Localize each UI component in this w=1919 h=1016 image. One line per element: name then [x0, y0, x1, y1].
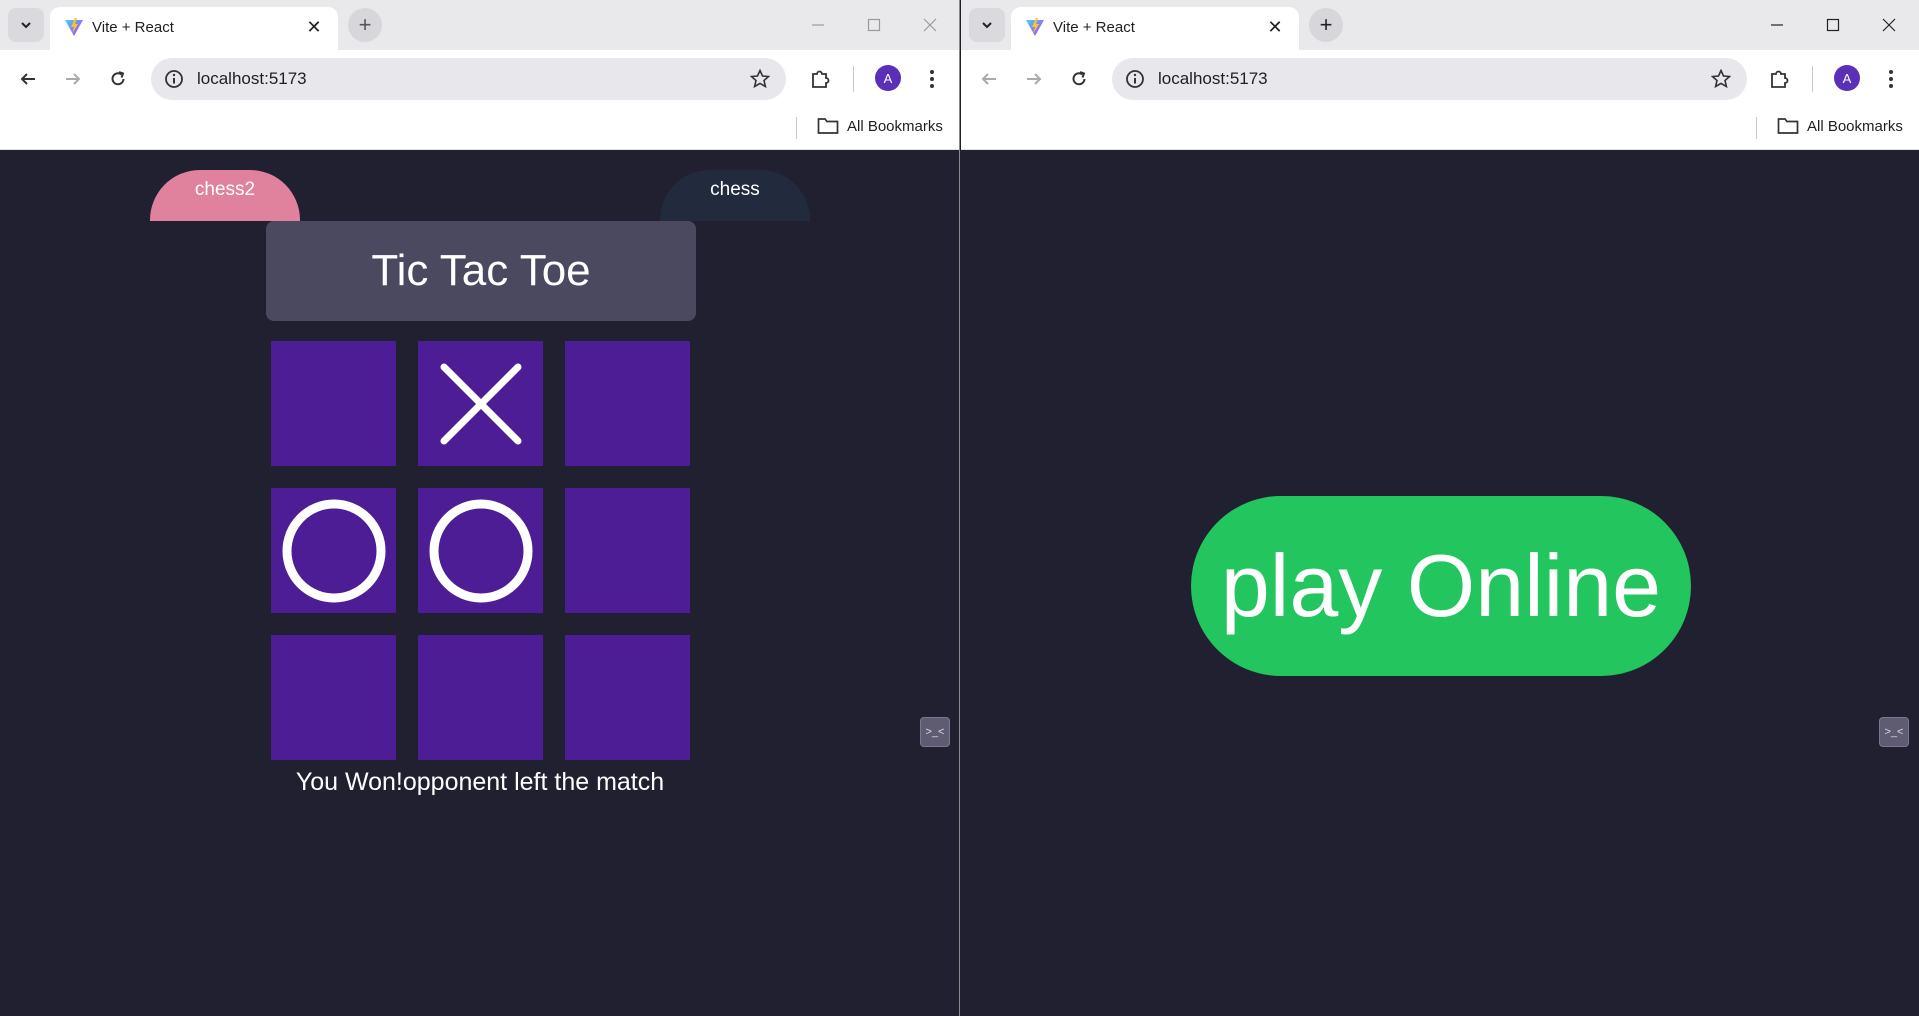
puzzle-icon	[812, 70, 830, 88]
tab-search-button[interactable]	[969, 8, 1005, 42]
profile-avatar[interactable]: A	[875, 65, 901, 91]
chrome-menu-button[interactable]	[1874, 62, 1908, 96]
game-status: You Won!opponent left the match	[295, 768, 665, 796]
plus-icon: +	[358, 12, 372, 37]
address-bar[interactable]: localhost:5173	[1112, 58, 1747, 100]
back-button[interactable]	[11, 62, 45, 96]
star-icon[interactable]	[1711, 69, 1731, 89]
bookmarks-divider	[1756, 117, 1757, 139]
nav-chess2-link[interactable]: chess2	[150, 170, 300, 221]
window-minimize-button[interactable]	[795, 8, 841, 42]
folder-icon	[1777, 118, 1799, 134]
browser-tab[interactable]: Vite + React ✕	[1011, 7, 1299, 50]
bookmarks-divider	[796, 117, 797, 139]
chevron-down-icon	[982, 22, 992, 29]
toolbar-divider	[853, 66, 854, 92]
page-viewport: play Online >_<	[961, 151, 1919, 1016]
bookmarks-bar: All Bookmarks	[961, 108, 1919, 150]
board-cell[interactable]	[565, 341, 690, 466]
star-icon[interactable]	[750, 69, 770, 89]
puzzle-icon	[1771, 70, 1789, 88]
plus-icon: +	[1319, 12, 1333, 37]
tab-strip: Vite + React ✕ +	[0, 0, 959, 50]
kebab-menu-icon	[1889, 70, 1893, 88]
board-cell[interactable]	[271, 488, 396, 613]
nav-chess-link[interactable]: chess	[660, 170, 810, 221]
kebab-menu-icon	[930, 70, 934, 88]
browser-toolbar: localhost:5173 A	[961, 50, 1919, 108]
window-close-button[interactable]	[907, 8, 953, 42]
vite-logo-icon	[65, 18, 83, 36]
tab-title: Vite + React	[1053, 19, 1135, 36]
all-bookmarks-button[interactable]: All Bookmarks	[1777, 117, 1903, 135]
browser-toolbar: localhost:5173 A	[0, 50, 959, 108]
window-maximize-button[interactable]	[851, 8, 897, 42]
maximize-icon	[867, 18, 881, 32]
tab-close-icon[interactable]: ✕	[1261, 13, 1289, 41]
tab-strip: Vite + React ✕ +	[961, 0, 1919, 50]
reload-button[interactable]	[101, 62, 135, 96]
close-icon	[923, 18, 937, 32]
browser-tab[interactable]: Vite + React ✕	[50, 7, 338, 50]
chrome-menu-button[interactable]	[915, 62, 949, 96]
all-bookmarks-button[interactable]: All Bookmarks	[817, 117, 943, 135]
arrow-right-icon	[1027, 73, 1042, 85]
board-cell[interactable]	[418, 488, 543, 613]
board-cell[interactable]	[565, 635, 690, 760]
o-mark-icon	[429, 499, 532, 602]
info-icon	[1126, 70, 1144, 88]
new-tab-button[interactable]: +	[1309, 8, 1343, 42]
vite-logo-icon	[1026, 18, 1044, 36]
reload-icon	[111, 71, 125, 86]
extensions-button[interactable]	[1762, 62, 1796, 96]
new-tab-button[interactable]: +	[348, 8, 382, 42]
close-icon	[1882, 18, 1896, 32]
arrow-left-icon	[981, 73, 996, 85]
window-minimize-button[interactable]	[1754, 8, 1800, 42]
back-button[interactable]	[972, 62, 1006, 96]
browser-window-right: Vite + React ✕ + localhost:5173 A All Bo…	[961, 0, 1919, 1016]
tab-close-icon[interactable]: ✕	[300, 13, 328, 41]
reload-icon	[1072, 71, 1086, 86]
chevron-down-icon	[21, 22, 31, 29]
url-text[interactable]: localhost:5173	[197, 69, 307, 89]
tab-search-button[interactable]	[8, 8, 44, 42]
board-cell[interactable]	[418, 635, 543, 760]
board-cell[interactable]	[271, 635, 396, 760]
board-cell[interactable]	[418, 341, 543, 466]
bookmarks-bar: All Bookmarks	[0, 108, 959, 150]
minimize-icon	[812, 24, 824, 26]
minimize-icon	[1771, 24, 1783, 26]
window-close-button[interactable]	[1866, 8, 1912, 42]
x-mark-icon	[440, 363, 521, 444]
info-icon	[165, 70, 183, 88]
forward-button[interactable]	[56, 62, 90, 96]
all-bookmarks-label: All Bookmarks	[1807, 117, 1903, 135]
profile-avatar[interactable]: A	[1834, 65, 1860, 91]
page-viewport: chess2 chess Tic Tac Toe You Won!opponen…	[0, 151, 959, 1016]
toolbar-divider	[1812, 66, 1813, 92]
all-bookmarks-label: All Bookmarks	[847, 117, 943, 135]
folder-icon	[817, 118, 839, 134]
window-maximize-button[interactable]	[1810, 8, 1856, 42]
browser-window-left: Vite + React ✕ + localhost:5173 A All Bo…	[0, 0, 960, 1016]
address-bar[interactable]: localhost:5173	[151, 58, 786, 100]
devtools-toggle-icon[interactable]: >_<	[1879, 717, 1909, 747]
arrow-right-icon	[66, 73, 81, 85]
extensions-button[interactable]	[803, 62, 837, 96]
url-text[interactable]: localhost:5173	[1158, 69, 1268, 89]
game-title: Tic Tac Toe	[266, 221, 696, 321]
play-online-button[interactable]: play Online	[1191, 496, 1691, 676]
arrow-left-icon	[20, 73, 35, 85]
reload-button[interactable]	[1062, 62, 1096, 96]
devtools-toggle-icon[interactable]: >_<	[920, 717, 950, 747]
board-cell[interactable]	[565, 488, 690, 613]
board-cell[interactable]	[271, 341, 396, 466]
forward-button[interactable]	[1017, 62, 1051, 96]
maximize-icon	[1826, 18, 1840, 32]
tab-title: Vite + React	[92, 19, 174, 36]
o-mark-icon	[282, 499, 385, 602]
